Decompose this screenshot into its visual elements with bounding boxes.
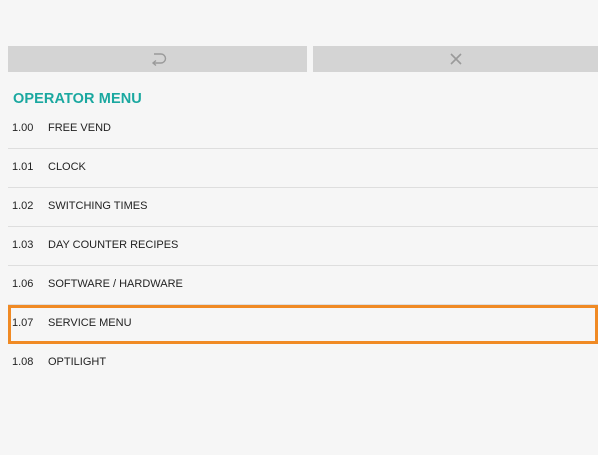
menu-item-service-menu[interactable]: 1.07 SERVICE MENU [8,305,598,344]
menu-item-number: 1.06 [12,278,34,290]
menu-item-software-hardware[interactable]: 1.06 SOFTWARE / HARDWARE [8,266,598,305]
menu-item-label: DAY COUNTER RECIPES [48,239,179,251]
close-icon [448,51,464,67]
menu-list: 1.00 FREE VEND 1.01 CLOCK 1.02 SWITCHING… [8,110,598,383]
menu-item-label: SWITCHING TIMES [48,200,148,212]
back-button[interactable] [8,46,307,72]
page-title: OPERATOR MENU [13,91,142,107]
menu-item-optilight[interactable]: 1.08 OPTILIGHT [8,344,598,383]
close-button[interactable] [313,46,598,72]
back-arrow-icon [148,51,168,67]
menu-item-label: FREE VEND [48,122,111,134]
menu-item-free-vend[interactable]: 1.00 FREE VEND [8,110,598,149]
menu-item-day-counter-recipes[interactable]: 1.03 DAY COUNTER RECIPES [8,227,598,266]
menu-item-number: 1.03 [12,239,34,251]
menu-item-clock[interactable]: 1.01 CLOCK [8,149,598,188]
menu-item-number: 1.02 [12,200,34,212]
menu-item-label: OPTILIGHT [48,356,107,368]
menu-item-number: 1.08 [12,356,34,368]
toolbar [8,46,598,72]
menu-item-number: 1.00 [12,122,34,134]
menu-item-label: SOFTWARE / HARDWARE [48,278,183,290]
menu-item-number: 1.07 [12,317,34,329]
menu-item-number: 1.01 [12,161,34,173]
menu-item-switching-times[interactable]: 1.02 SWITCHING TIMES [8,188,598,227]
menu-item-label: CLOCK [48,161,86,173]
menu-item-label: SERVICE MENU [48,317,132,329]
